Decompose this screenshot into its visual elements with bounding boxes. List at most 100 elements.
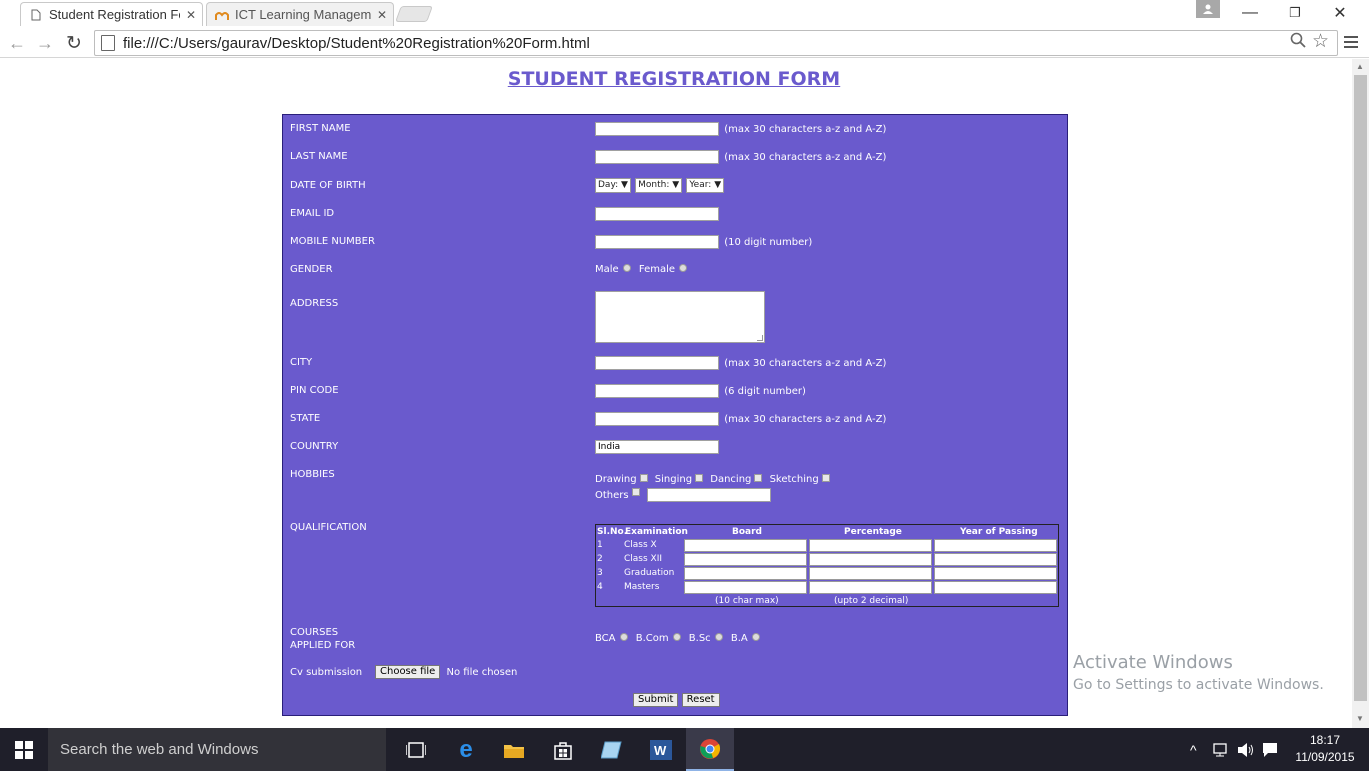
board-input[interactable] (684, 581, 807, 594)
month-select[interactable]: Month: ▼ (635, 178, 683, 193)
new-tab-button[interactable] (395, 6, 433, 22)
row-exam: Class XII (624, 554, 663, 564)
volume-icon[interactable] (1237, 728, 1255, 771)
hobby-dancing-checkbox[interactable] (754, 474, 763, 482)
column-header: Examination (625, 527, 688, 537)
course-bca-label: BCA (595, 633, 616, 644)
year-input[interactable] (934, 539, 1057, 552)
chrome-icon[interactable] (686, 728, 734, 771)
scrollbar[interactable]: ▲ ▼ (1352, 59, 1369, 728)
profile-icon[interactable] (1196, 0, 1220, 18)
country-label: COUNTRY (290, 441, 339, 452)
email-input[interactable] (595, 207, 719, 221)
menu-icon[interactable] (1344, 33, 1358, 51)
choose-file-button[interactable]: Choose file (375, 665, 441, 679)
board-input[interactable] (684, 567, 807, 580)
gender-female-label: Female (638, 264, 676, 275)
hobby-singing-label: Singing (654, 474, 693, 485)
show-hidden-icons[interactable]: ^ (1190, 728, 1197, 771)
minimize-icon[interactable]: — (1240, 0, 1260, 26)
reload-icon[interactable]: ↻ (63, 32, 85, 54)
course-bsc-radio[interactable] (714, 633, 723, 641)
course-ba-radio[interactable] (751, 633, 760, 641)
taskbar-search[interactable]: Search the web and Windows (48, 728, 386, 771)
close-tab-icon[interactable]: ✕ (377, 8, 387, 22)
forward-icon[interactable]: → (34, 32, 56, 54)
year-select-value: Year: (689, 180, 712, 190)
gender-label: GENDER (290, 264, 333, 275)
percentage-input[interactable] (809, 581, 932, 594)
back-icon[interactable]: ← (6, 32, 28, 54)
notifications-icon[interactable] (1262, 728, 1278, 771)
browser-toolbar: ← → ↻ file:///C:/Users/gaurav/Desktop/St… (0, 28, 1369, 58)
board-input[interactable] (684, 553, 807, 566)
clock-date: 11/09/2015 (1295, 750, 1355, 764)
column-header: Year of Passing (960, 527, 1038, 537)
task-view-icon[interactable] (392, 728, 440, 771)
hobby-singing-checkbox[interactable] (695, 474, 704, 482)
courses-label: COURSES (290, 627, 339, 638)
board-input[interactable] (684, 539, 807, 552)
mobile-hint: (10 digit number) (724, 236, 813, 248)
notepad-icon[interactable] (588, 728, 636, 771)
close-window-icon[interactable]: ✕ (1330, 0, 1350, 26)
course-bcom-radio[interactable] (672, 633, 681, 641)
close-tab-icon[interactable]: ✕ (186, 8, 196, 22)
course-ba-label: B.A (730, 633, 748, 644)
last-name-label: LAST NAME (290, 151, 348, 162)
reset-button[interactable]: Reset (681, 693, 720, 707)
scroll-up-icon[interactable]: ▲ (1356, 62, 1364, 71)
address-label: ADDRESS (290, 298, 339, 309)
scroll-down-icon[interactable]: ▼ (1356, 714, 1364, 723)
address-textarea[interactable] (595, 291, 765, 343)
store-icon[interactable] (539, 728, 587, 771)
pin-label: PIN CODE (290, 385, 339, 396)
network-icon[interactable] (1212, 728, 1230, 771)
scrollbar-thumb[interactable] (1354, 75, 1367, 701)
year-input[interactable] (934, 581, 1057, 594)
percentage-input[interactable] (809, 553, 932, 566)
tab-ict-learning[interactable]: ICT Learning Managemen ✕ (206, 2, 394, 26)
search-icon[interactable] (1290, 32, 1306, 53)
percentage-input[interactable] (809, 539, 932, 552)
hobby-sketching-checkbox[interactable] (821, 474, 830, 482)
gender-male-radio[interactable] (622, 264, 631, 272)
mobile-input[interactable] (595, 235, 719, 249)
tab-student-registration[interactable]: Student Registration Form ✕ (20, 2, 203, 26)
day-select[interactable]: Day: ▼ (595, 178, 631, 193)
year-select[interactable]: Year: ▼ (686, 178, 725, 193)
resize-handle-icon[interactable] (757, 335, 763, 341)
submit-button[interactable]: Submit (633, 693, 679, 707)
board-hint: (10 char max) (715, 596, 779, 606)
column-header: Sl.No. (597, 527, 628, 537)
hobby-others-input[interactable] (646, 488, 771, 502)
percentage-input[interactable] (809, 567, 932, 580)
last-name-input[interactable] (595, 150, 719, 164)
address-bar[interactable]: file:///C:/Users/gaurav/Desktop/Student%… (94, 30, 1338, 56)
hobby-others-checkbox[interactable] (631, 488, 640, 496)
taskbar-clock[interactable]: 18:17 11/09/2015 (1290, 732, 1360, 766)
pin-input[interactable] (595, 384, 719, 398)
registration-form: FIRST NAME (max 30 characters a-z and A-… (282, 114, 1068, 716)
svg-text:W: W (654, 743, 667, 758)
hobby-drawing-checkbox[interactable] (639, 474, 648, 482)
course-bca-radio[interactable] (619, 633, 628, 641)
country-input[interactable]: India (595, 440, 719, 454)
state-input[interactable] (595, 412, 719, 426)
restore-icon[interactable]: ❐ (1285, 0, 1305, 26)
edge-icon[interactable]: e (442, 728, 490, 771)
bookmark-star-icon[interactable]: ☆ (1312, 30, 1329, 53)
file-explorer-icon[interactable] (490, 728, 538, 771)
city-input[interactable] (595, 356, 719, 370)
hobbies-label: HOBBIES (290, 469, 335, 480)
tab-title: Student Registration Form (49, 7, 180, 22)
year-input[interactable] (934, 567, 1057, 580)
pin-hint: (6 digit number) (724, 385, 806, 397)
first-name-input[interactable] (595, 122, 719, 136)
gender-female-radio[interactable] (679, 264, 688, 272)
windows-logo-icon (15, 740, 33, 759)
start-button[interactable] (0, 728, 48, 771)
word-icon[interactable]: W (637, 728, 685, 771)
city-label: CITY (290, 357, 313, 368)
year-input[interactable] (934, 553, 1057, 566)
